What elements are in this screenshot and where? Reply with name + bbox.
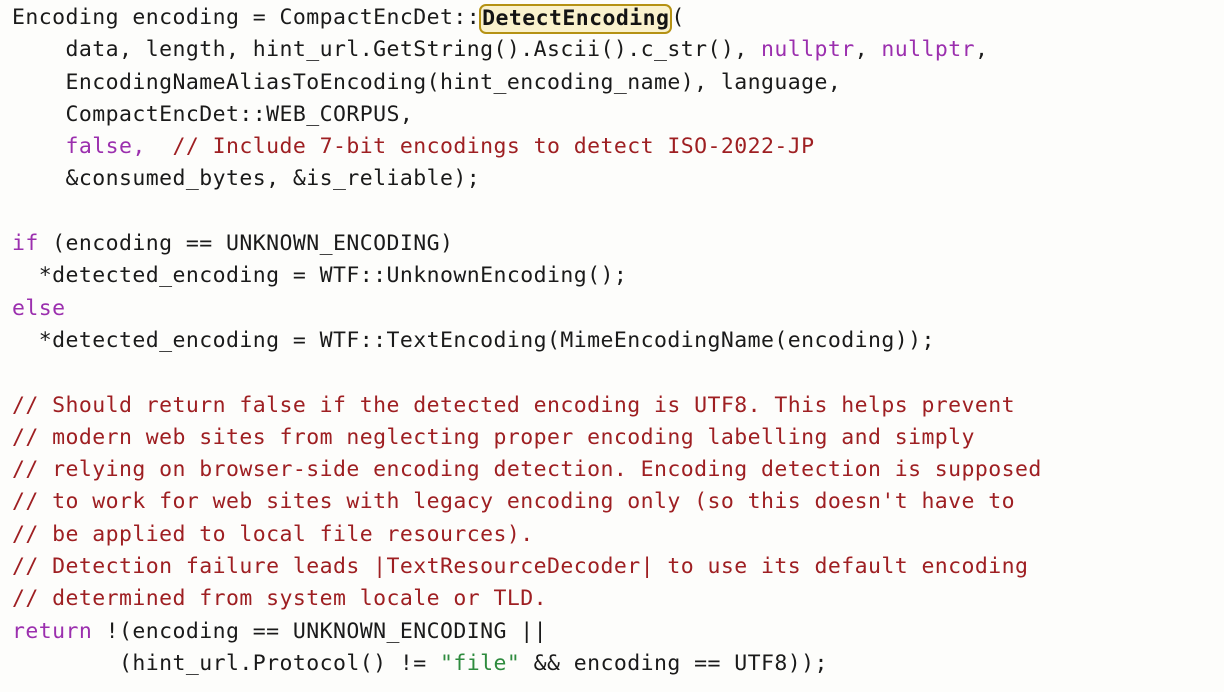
code-token-keyword: else	[12, 295, 66, 321]
code-token-comment: // determined from system locale or TLD.	[12, 586, 547, 612]
code-token-plain: !(encoding == UNKNOWN_ENCODING ||	[92, 618, 547, 644]
code-line[interactable]: // be applied to local file resources).	[0, 519, 1224, 551]
code-token-comment: // to work for web sites with legacy enc…	[12, 489, 1016, 515]
code-token-plain: *detected_encoding = WTF::TextEncoding(M…	[12, 327, 935, 353]
code-line[interactable]: // to work for web sites with legacy enc…	[0, 486, 1224, 518]
code-token-plain: CompactEncDet::WEB_CORPUS,	[12, 101, 414, 127]
code-line[interactable]: data, length, hint_url.GetString().Ascii…	[0, 34, 1224, 66]
code-line[interactable]	[0, 357, 1224, 389]
code-line[interactable]: &consumed_bytes, &is_reliable);	[0, 163, 1224, 195]
code-line[interactable]: // determined from system locale or TLD.	[0, 583, 1224, 615]
code-line[interactable]: CompactEncDet::WEB_CORPUS,	[0, 99, 1224, 131]
highlighted-token[interactable]: DetectEncoding	[479, 4, 673, 34]
code-line[interactable]: if (encoding == UNKNOWN_ENCODING)	[0, 228, 1224, 260]
code-token-keyword: nullptr	[881, 37, 975, 63]
code-line[interactable]: *detected_encoding = WTF::UnknownEncodin…	[0, 260, 1224, 292]
code-token-keyword: false,	[65, 134, 146, 160]
code-token-string: "file"	[439, 650, 521, 676]
code-token-comment: // relying on browser-side encoding dete…	[12, 457, 1042, 483]
code-line[interactable]: // Detection failure leads |TextResource…	[0, 551, 1224, 583]
code-line[interactable]: else	[0, 293, 1224, 325]
code-token-comment: // Include 7-bit encodings to detect ISO…	[172, 134, 815, 160]
code-token-plain: EncodingNameAliasToEncoding(hint_encodin…	[12, 69, 842, 95]
code-token-keyword: return	[12, 618, 93, 644]
code-token-plain: Encoding encoding = CompactEncDet::	[12, 5, 481, 30]
code-token-plain: (hint_url.Protocol() !=	[12, 650, 440, 676]
code-line[interactable]: false, // Include 7-bit encodings to det…	[0, 131, 1224, 163]
code-line[interactable]: Encoding encoding = CompactEncDet::Detec…	[0, 2, 1224, 34]
code-token-comment: // Detection failure leads |TextResource…	[12, 554, 1029, 580]
code-token-keyword: if	[12, 231, 39, 257]
code-line[interactable]: return !(encoding == UNKNOWN_ENCODING ||	[0, 616, 1224, 648]
code-line[interactable]: // Should return false if the detected e…	[0, 390, 1224, 422]
code-token-plain: ,	[974, 37, 989, 63]
code-viewer[interactable]: ____, Encoding encoding = CompactEncDet:…	[0, 0, 1224, 692]
code-token-plain: &consumed_bytes, &is_reliable);	[12, 166, 481, 192]
code-token-comment: // Should return false if the detected e…	[12, 392, 1016, 418]
code-line[interactable]: (hint_url.Protocol() != "file" && encodi…	[0, 648, 1224, 680]
code-token-plain: (	[671, 5, 685, 30]
code-token-plain: *detected_encoding = WTF::UnknownEncodin…	[12, 263, 628, 289]
code-token-comment: // modern web sites from neglecting prop…	[12, 424, 975, 450]
code-line[interactable]	[0, 196, 1224, 228]
code-line[interactable]: // relying on browser-side encoding dete…	[0, 454, 1224, 486]
code-token-plain: && encoding == UTF8));	[520, 650, 828, 676]
code-token-comment: // be applied to local file resources).	[12, 521, 534, 547]
code-line[interactable]: EncodingNameAliasToEncoding(hint_encodin…	[0, 67, 1224, 99]
code-token-plain: data, length, hint_url.GetString().Ascii…	[12, 37, 761, 63]
code-token-plain: ,	[854, 37, 882, 63]
code-line-list: Encoding encoding = CompactEncDet::Detec…	[0, 2, 1224, 680]
code-line[interactable]: *detected_encoding = WTF::TextEncoding(M…	[0, 325, 1224, 357]
code-line[interactable]: // modern web sites from neglecting prop…	[0, 422, 1224, 454]
code-token-keyword: nullptr	[760, 37, 855, 63]
code-token-plain: (encoding == UNKNOWN_ENCODING)	[38, 231, 454, 257]
